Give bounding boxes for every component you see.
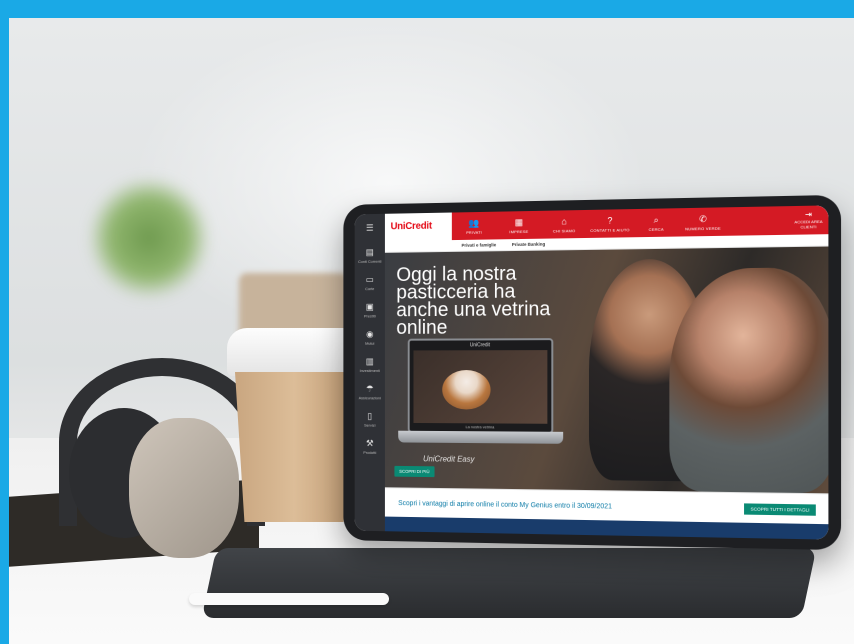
login-button[interactable]: ⇥ ACCEDI AREA CLIENTI	[793, 210, 824, 230]
promo-details-button[interactable]: SCOPRI TUTTI I DETTAGLI	[744, 503, 816, 516]
sidebar-item-assicurazioni[interactable]: ☂ Assicurazioni	[355, 378, 385, 405]
nav-label: PRIVATI	[466, 229, 483, 235]
tablet-screen: ☰ ▤ Conti Correnti ▭ Carte ▣ Prestiti ◉ Mutu…	[354, 205, 829, 540]
plant-blur	[89, 178, 209, 298]
sidebar-item-mutui[interactable]: ◉ Mutui	[355, 323, 385, 350]
hero-title: Oggi la nostra pasticceria ha anche una …	[396, 262, 551, 339]
sidebar-item-conti[interactable]: ▤ Conti Correnti	[355, 241, 385, 269]
sidebar-item-label: Assicurazioni	[358, 394, 381, 400]
cup-body	[235, 372, 353, 522]
nav-item-imprese[interactable]: ▦ IMPRESE	[496, 216, 541, 234]
sidebar: ☰ ▤ Conti Correnti ▭ Carte ▣ Prestiti ◉ Mutu…	[354, 213, 385, 532]
nav-label: CERCA	[648, 226, 664, 232]
help-icon: ?	[607, 214, 613, 226]
phone-icon: ✆	[699, 213, 707, 224]
pastry-image	[442, 370, 491, 410]
nav-item-contatti[interactable]: ? CONTATTI E AIUTO	[587, 215, 633, 233]
laptop-image	[413, 350, 548, 424]
hero-banner: Oggi la nostra pasticceria ha anche una …	[384, 246, 829, 494]
hero-laptop: UniCredit La nostra vetrina	[398, 338, 564, 458]
search-icon: ⌕	[653, 214, 659, 225]
tablet-keyboard	[201, 548, 817, 618]
tablet-device: ☰ ▤ Conti Correnti ▭ Carte ▣ Prestiti ◉ Mutu…	[343, 194, 842, 551]
subnav-item-privati[interactable]: Privati e famiglie	[461, 242, 496, 247]
subnav-item-private-banking[interactable]: Private Banking	[512, 242, 545, 247]
hero-cta-button[interactable]: SCOPRI DI PIÙ	[394, 465, 435, 478]
nav-label: NUMERO VERDE	[685, 225, 721, 231]
unicredit-logo[interactable]: UniCredit	[391, 221, 432, 232]
menu-icon: ☰	[365, 222, 374, 233]
chart-icon: ▥	[365, 355, 374, 366]
sidebar-item-investimenti[interactable]: ▥ Investimenti	[355, 351, 385, 378]
promo-text[interactable]: Scopri i vantaggi di aprire online il co…	[398, 500, 612, 510]
sidebar-item-carte[interactable]: ▭ Carte	[355, 268, 385, 296]
phone-icon: ▯	[367, 410, 373, 421]
laptop-keyboard	[398, 430, 564, 444]
laptop-caption: La nostra vetrina	[465, 424, 495, 430]
card-icon: ▣	[365, 301, 374, 312]
hero-caption: UniCredit Easy	[423, 454, 475, 464]
top-accent-bar	[0, 0, 854, 18]
sidebar-item-label: Mutui	[365, 340, 375, 346]
stylus-pencil	[189, 593, 389, 605]
sidebar-item-label: Conti Correnti	[358, 258, 382, 264]
left-accent-bar	[0, 0, 9, 644]
laptop-screen: UniCredit La nostra vetrina	[407, 338, 554, 434]
sidebar-item-label: Investimenti	[359, 367, 380, 373]
sidebar-item-servizi[interactable]: ▯ Servizi	[355, 405, 385, 432]
business-icon: ▦	[514, 216, 524, 227]
sidebar-item-label: Carte	[365, 285, 375, 291]
laptop-brand: UniCredit	[469, 342, 491, 349]
nav-item-cerca[interactable]: ⌕ CERCA	[633, 214, 680, 232]
login-label: ACCEDI AREA CLIENTI	[794, 218, 823, 230]
hero-woman	[669, 267, 829, 494]
bank-icon: ⌂	[561, 215, 567, 226]
headphones	[29, 348, 265, 568]
shield-icon: ◉	[366, 328, 374, 339]
sidebar-item-prestiti[interactable]: ▣ Prestiti	[355, 296, 385, 324]
nav-item-privati[interactable]: 👥 PRIVATI	[452, 217, 497, 235]
nav-item-numero-verde[interactable]: ✆ NUMERO VERDE	[680, 213, 727, 231]
card-icon: ▭	[365, 273, 374, 284]
people-icon: 👥	[468, 217, 480, 228]
headphones-earcup-front	[129, 418, 239, 558]
sidebar-item-label: Prestiti	[363, 312, 376, 318]
sidebar-item-label: Prodotti	[363, 449, 377, 455]
document-icon: ▤	[365, 246, 374, 257]
nav-label: CONTATTI E AIUTO	[590, 226, 630, 233]
umbrella-icon: ☂	[365, 383, 374, 393]
tool-icon: ⚒	[365, 437, 374, 448]
sidebar-item-prodotti[interactable]: ⚒ Prodotti	[355, 432, 385, 460]
nav-label: CHI SIAMO	[552, 227, 576, 234]
sidebar-item-menu[interactable]: ☰	[355, 214, 385, 242]
nav-label: IMPRESE	[509, 228, 529, 234]
sidebar-item-label: Servizi	[364, 422, 376, 428]
nav-item-chi-siamo[interactable]: ⌂ CHI SIAMO	[541, 215, 587, 233]
